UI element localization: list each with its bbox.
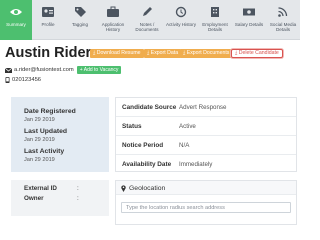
- geolocation-title: Geolocation: [129, 184, 166, 192]
- export-documents-label: Export Documents: [186, 50, 230, 56]
- last-updated-value: Jan 29 2019: [24, 137, 55, 143]
- building-icon: [211, 7, 219, 17]
- table-row: Candidate Source Advert Response: [116, 98, 296, 117]
- tag-icon: [75, 7, 86, 17]
- candidate-name: Austin Rider: [5, 45, 92, 61]
- tab-label: Tagging: [71, 22, 89, 27]
- tab-label: Notes / Documents: [135, 22, 159, 32]
- tab-social-media-details[interactable]: Social Media Details: [266, 0, 300, 40]
- candidate-email[interactable]: a.rider@fusiontest.com: [14, 67, 74, 73]
- tab-label: Application History: [101, 22, 125, 32]
- date-registered-value: Jan 29 2019: [24, 117, 55, 123]
- add-to-vacancy-button[interactable]: + Add to Vacancy: [76, 66, 122, 74]
- export-data-button[interactable]: ⤓ Export Data: [144, 49, 182, 58]
- tab-activity-history[interactable]: Activity History: [164, 0, 198, 40]
- eye-icon: [10, 9, 22, 15]
- detail-key: Candidate Source: [122, 104, 177, 111]
- tab-profile[interactable]: Profile: [32, 0, 64, 40]
- tab-application-history[interactable]: Application History: [96, 0, 130, 40]
- last-updated-label: Last Updated: [24, 128, 68, 135]
- tab-label: Employment Details: [202, 22, 228, 32]
- external-id-label: External ID: [24, 185, 57, 192]
- external-panel: External ID : Owner :: [11, 180, 109, 216]
- geolocation-header: Geolocation: [116, 181, 296, 195]
- tab-employment-details[interactable]: Employment Details: [198, 0, 232, 40]
- pencil-icon: [143, 7, 152, 16]
- owner-label: Owner: [24, 195, 44, 202]
- tab-label: Salary Details: [234, 22, 264, 27]
- last-activity-value: Jan 29 2019: [24, 157, 55, 163]
- briefcase-icon: [107, 6, 119, 17]
- id-card-icon: [42, 7, 54, 17]
- email-line: a.rider@fusiontest.com + Add to Vacancy: [5, 66, 122, 74]
- detail-value: Immediately: [179, 161, 213, 168]
- tab-notes-documents[interactable]: Notes / Documents: [130, 0, 164, 40]
- download-resume-button[interactable]: ⤓ Download Resume: [90, 49, 144, 58]
- last-activity-label: Last Activity: [24, 148, 65, 155]
- envelope-icon: [5, 67, 12, 73]
- detail-value: Active: [179, 123, 196, 130]
- table-row: Availability Date Immediately: [116, 155, 296, 172]
- detail-key: Status: [122, 123, 142, 130]
- tab-tagging[interactable]: Tagging: [64, 0, 96, 40]
- money-icon: [243, 8, 255, 16]
- tab-label: Social Media Details: [269, 22, 297, 32]
- delete-candidate-label: Delete Candidate: [238, 50, 279, 56]
- history-icon: [175, 6, 187, 18]
- table-row: Status Active: [116, 117, 296, 136]
- detail-value: Advert Response: [179, 104, 227, 111]
- tab-label: Summary: [6, 22, 26, 27]
- external-id-colon: :: [77, 185, 79, 192]
- geolocation-panel: Geolocation: [115, 180, 297, 225]
- tab-salary-details[interactable]: Salary Details: [232, 0, 266, 40]
- phone-line: 020123456: [5, 77, 41, 83]
- owner-colon: :: [77, 195, 79, 202]
- tab-label: Activity History: [165, 22, 197, 27]
- detail-key: Availability Date: [122, 161, 172, 168]
- map-pin-icon: [121, 185, 126, 192]
- download-resume-label: Download Resume: [96, 50, 141, 56]
- phone-icon: [5, 77, 10, 83]
- export-data-label: Export Data: [150, 50, 179, 56]
- date-registered-label: Date Registered: [24, 108, 76, 115]
- delete-candidate-button[interactable]: ⤓ Delete Candidate: [231, 49, 283, 58]
- export-documents-button[interactable]: ⤓ Export Documents: [180, 49, 233, 58]
- detail-value: N/A: [179, 142, 190, 149]
- candidate-details-table: Candidate Source Advert Response Status …: [115, 97, 297, 172]
- tab-bar: Summary Profile Tagging Application Hist…: [0, 0, 300, 40]
- detail-key: Notice Period: [122, 142, 164, 149]
- candidate-phone: 020123456: [12, 77, 42, 83]
- location-search-input[interactable]: [121, 202, 291, 213]
- table-row: Notice Period N/A: [116, 136, 296, 155]
- tab-label: Profile: [41, 22, 55, 27]
- dates-panel: Date Registered Jan 29 2019 Last Updated…: [11, 97, 109, 172]
- tab-summary[interactable]: Summary: [0, 0, 32, 40]
- rss-icon: [278, 7, 288, 17]
